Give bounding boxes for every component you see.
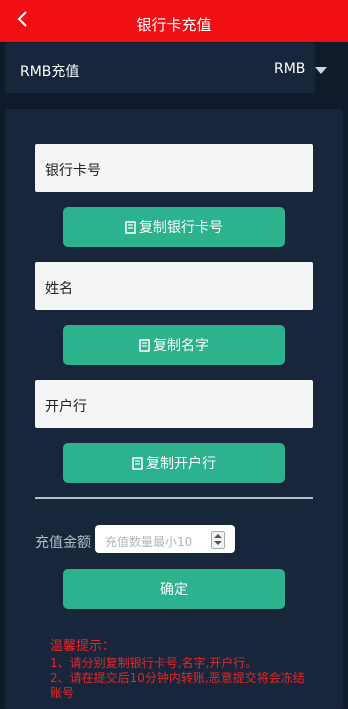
copy-icon xyxy=(132,456,143,470)
copy-bank-card-label: 复制银行卡号 xyxy=(139,220,223,236)
currency-label: RMB充值 xyxy=(20,64,80,80)
copy-bank-name-button[interactable]: 复制开户行 xyxy=(63,443,285,483)
caret-down-icon xyxy=(315,67,327,74)
amount-label: 充值金额： xyxy=(35,535,93,551)
tips-title: 温馨提示： xyxy=(50,639,116,654)
stepper-down-icon[interactable] xyxy=(214,541,222,545)
top-bar: 银行卡充值 xyxy=(0,0,348,42)
stepper-up-icon[interactable] xyxy=(214,534,222,538)
page-title: 银行卡充值 xyxy=(136,16,212,34)
currency-selector[interactable]: RMB充值 RMB xyxy=(5,43,327,93)
copy-name-button[interactable]: 复制名字 xyxy=(63,325,285,365)
copy-name-label: 复制名字 xyxy=(153,338,209,354)
tips-line: 1、请分别复制银行卡号,名字,开户行。 xyxy=(50,656,258,670)
copy-bank-name-label: 复制开户行 xyxy=(146,456,216,472)
number-stepper[interactable] xyxy=(211,531,225,549)
amount-input[interactable]: 充值数量最小10 xyxy=(95,525,235,553)
bank-card-field[interactable]: 银行卡号 xyxy=(35,144,313,192)
bank-card-value: 银行卡号 xyxy=(45,163,101,179)
copy-icon xyxy=(139,338,150,352)
copy-bank-card-button[interactable]: 复制银行卡号 xyxy=(63,207,285,247)
confirm-label: 确定 xyxy=(160,582,188,598)
tips-line: 2、请在提交后10分钟内转账,恶意提交将会冻结账号 xyxy=(50,671,305,700)
recharge-panel: 银行卡号 复制银行卡号 姓名 复制名字 开户行 复制开户行 充值金额： 充值 xyxy=(5,109,343,709)
copy-icon xyxy=(125,220,136,234)
bank-name-value: 开户行 xyxy=(45,399,87,415)
name-field[interactable]: 姓名 xyxy=(35,262,313,310)
currency-value: RMB xyxy=(274,61,306,77)
bank-name-field[interactable]: 开户行 xyxy=(35,380,313,428)
amount-placeholder: 充值数量最小10 xyxy=(105,535,193,549)
tips: 温馨提示： 1、请分别复制银行卡号,名字,开户行。 2、请在提交后10分钟内转账… xyxy=(50,639,310,701)
divider xyxy=(35,497,313,499)
confirm-button[interactable]: 确定 xyxy=(63,569,285,609)
name-value: 姓名 xyxy=(45,281,73,297)
